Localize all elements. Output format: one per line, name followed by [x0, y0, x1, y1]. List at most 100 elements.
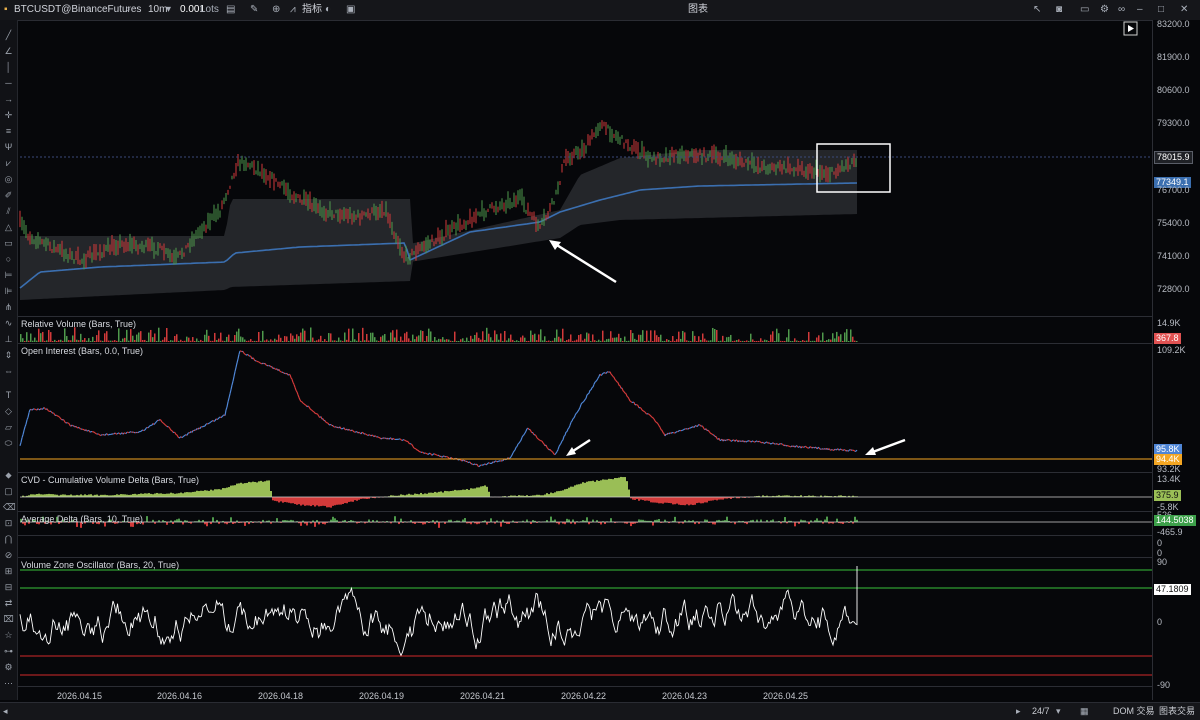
volume-bar [484, 340, 486, 342]
volume-bar [38, 329, 40, 342]
volume-bar [108, 341, 110, 342]
oi-segment [119, 433, 120, 434]
volume-bar [218, 339, 220, 342]
oi-segment [477, 464, 478, 466]
pane-separator[interactable] [18, 535, 1152, 536]
cvd-bar [694, 497, 696, 505]
volume-bar [318, 339, 320, 342]
volume-bar [502, 341, 504, 342]
oi-segment [72, 425, 73, 426]
oi-segment [448, 457, 449, 458]
rel-volume-title[interactable]: Relative Volume (Bars, True) [21, 319, 136, 329]
volume-bar [380, 337, 382, 342]
cvd-title[interactable]: CVD - Cumulative Volume Delta (Bars, Tru… [21, 475, 199, 485]
pane-separator[interactable] [18, 472, 1152, 473]
cvd-bar [556, 491, 558, 497]
volume-bar [714, 329, 716, 342]
calendar-icon[interactable]: ▦ [1080, 703, 1089, 720]
volume-bar [682, 331, 684, 342]
oi-segment [302, 402, 303, 404]
volume-bar [116, 341, 118, 342]
oi-segment [806, 447, 807, 448]
volume-bar [774, 341, 776, 342]
scroll-left-icon[interactable]: ◂ [3, 703, 8, 720]
avg-delta-title[interactable]: Average Delta (Bars, 10, True) [21, 514, 143, 524]
oi-segment [160, 419, 161, 420]
volume-bar [782, 341, 784, 342]
volume-bar [178, 341, 180, 342]
open-interest-title[interactable]: Open Interest (Bars, 0.0, True) [21, 346, 143, 356]
oi-segment [155, 422, 156, 423]
volume-bar [54, 340, 56, 342]
cvd-bar [414, 494, 416, 497]
avg-delta-bar [314, 522, 316, 527]
avg-delta-bar [300, 522, 302, 526]
oi-segment [535, 435, 536, 436]
avg-delta-bar [610, 518, 612, 522]
volume-bar [760, 338, 762, 342]
vzo-title[interactable]: Volume Zone Oscillator (Bars, 20, True) [21, 560, 179, 570]
volume-bar [262, 331, 264, 342]
scroll-right-icon[interactable]: ▸ [1016, 703, 1021, 720]
chart-canvas[interactable] [0, 0, 1200, 719]
pane-separator[interactable] [18, 343, 1152, 344]
cvd-bar [320, 497, 322, 506]
volume-bar [532, 335, 534, 342]
oi-segment [363, 433, 364, 434]
oi-segment [558, 447, 559, 450]
volume-bar [442, 337, 444, 342]
price-band [20, 150, 857, 300]
oi-segment [256, 361, 257, 362]
volume-bar [854, 341, 856, 342]
pane-separator[interactable] [18, 557, 1152, 558]
volume-bar [728, 337, 730, 342]
oi-segment [625, 393, 626, 394]
pane-separator[interactable] [18, 316, 1152, 317]
oi-segment [601, 375, 602, 376]
volume-bar [234, 335, 236, 342]
volume-bar [388, 341, 390, 342]
volume-bar [584, 339, 586, 342]
cvd-bar [268, 480, 270, 497]
chart-trading-button[interactable]: 图表交易 [1159, 703, 1195, 720]
time-tick: 2026.04.22 [561, 691, 606, 701]
cvd-bar [554, 492, 556, 497]
oi-segment [651, 416, 652, 417]
oi-segment [801, 447, 802, 448]
cvd-bar [634, 497, 636, 500]
oi-segment [344, 428, 345, 430]
chevron-down-icon[interactable]: ▾ [1056, 703, 1061, 720]
volume-bar [56, 341, 58, 342]
cvd-bar [292, 497, 294, 503]
volume-bar [82, 340, 84, 342]
avg-delta-min: -465.9 [1157, 527, 1183, 537]
oi-segment [512, 453, 513, 455]
oi-segment [550, 449, 551, 450]
session-selector[interactable]: 24/7 [1032, 703, 1050, 720]
cvd-bar [198, 491, 200, 497]
volume-bar [156, 341, 158, 342]
volume-bar [512, 340, 514, 342]
oi-segment [145, 428, 146, 430]
volume-bar [406, 332, 408, 342]
oi-segment [732, 440, 733, 441]
pane-separator[interactable] [18, 511, 1152, 512]
oi-segment [378, 437, 379, 438]
volume-bar [664, 341, 666, 342]
volume-bar [244, 340, 246, 342]
cvd-bar [464, 490, 466, 497]
volume-bar [548, 341, 550, 342]
oi-min: 93.2K [1157, 464, 1181, 474]
oi-segment [643, 411, 644, 412]
cvd-bar [632, 497, 634, 500]
oi-segment [700, 425, 701, 426]
cvd-bar [438, 492, 440, 497]
volume-bar [246, 341, 248, 342]
oi-segment [683, 429, 684, 430]
volume-bar [400, 337, 402, 342]
volume-bar [796, 341, 798, 342]
price-tick: 72800.0 [1157, 284, 1190, 294]
cvd-bar [156, 493, 158, 497]
dom-trading-button[interactable]: DOM 交易 [1113, 703, 1155, 720]
cvd-bar [202, 491, 204, 497]
